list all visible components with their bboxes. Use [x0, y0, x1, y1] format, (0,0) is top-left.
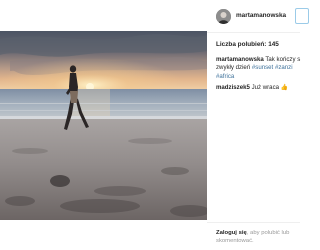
follow-button[interactable] [295, 8, 309, 24]
login-prompt-text: Zaloguj się, aby polubić lub skomentować… [216, 229, 289, 246]
likes-count[interactable]: Liczba polubień: 145 [216, 41, 279, 48]
caption-text-line1: Tak kończy s [265, 56, 301, 63]
comment-text: Już wraca [251, 84, 280, 91]
comment-item: madziszek5 Już wraca 👍 [216, 84, 288, 92]
thumbs-up-icon: 👍 [280, 85, 289, 91]
avatar-image [216, 9, 231, 24]
instagram-post-page: martamanowska Liczba polubień: 145 marta… [0, 0, 309, 250]
post-photo[interactable] [0, 31, 207, 220]
comment-username[interactable]: madziszek5 [216, 84, 250, 91]
caption-hashtag-africa[interactable]: #africa [216, 73, 234, 80]
login-prompt-line1: , aby polubić lub [246, 230, 290, 236]
caption-text-line2: zwykły dzień [216, 64, 251, 72]
caption-username[interactable]: martamanowska [216, 56, 264, 63]
beach-sunset-image [0, 31, 207, 220]
post-header: martamanowska [207, 0, 309, 33]
caption-hashtags[interactable]: #sunset #zanzi [252, 64, 293, 71]
avatar[interactable] [216, 9, 231, 24]
login-link[interactable]: Zaloguj się [216, 230, 247, 236]
author-username[interactable]: martamanowska [236, 12, 286, 19]
post-sidebar: martamanowska Liczba polubień: 145 marta… [207, 0, 309, 250]
post-caption: martamanowska Tak kończy s zwykły dzień … [216, 56, 300, 81]
login-prompt: Zaloguj się, aby polubić lub skomentować… [207, 222, 300, 250]
login-prompt-line2: skomentować. [216, 238, 254, 245]
